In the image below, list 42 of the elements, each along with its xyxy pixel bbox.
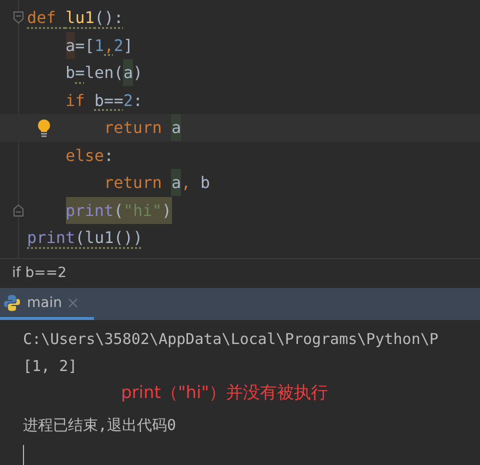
code-token: : — [104, 144, 114, 167]
code-token: if — [66, 90, 86, 112]
console-line: 进程已结束,退出代码0 — [23, 416, 176, 434]
console-line: [1, 2] — [23, 356, 78, 375]
code-token: print — [27, 227, 76, 250]
code-token: return — [104, 172, 163, 194]
code-token: a — [123, 59, 133, 86]
close-icon[interactable] — [68, 298, 78, 308]
code-token: b — [200, 172, 210, 194]
code-token: =[ — [75, 34, 94, 57]
code-token: ] — [123, 34, 133, 57]
code-token: else — [66, 144, 104, 167]
code-token: b — [66, 62, 76, 84]
code-token: , — [104, 34, 114, 57]
code-token: print — [66, 196, 114, 224]
code-token: lu1 — [66, 7, 94, 30]
code-token: def — [27, 7, 57, 30]
code-token: b== — [94, 90, 124, 112]
code-token: return — [104, 117, 163, 140]
code-token: 2 — [123, 90, 133, 112]
code-token: ( — [114, 196, 124, 224]
code-token: : — [132, 90, 143, 112]
text-cursor — [23, 444, 24, 465]
code-token: 1 — [94, 34, 104, 57]
annotation-text: print（"hi"）并没有被执行 — [121, 382, 328, 403]
python-icon — [3, 294, 21, 312]
console-line: C:\Users\35802\AppData\Local\Programs\Python\P — [23, 330, 438, 348]
code-token: a — [171, 114, 182, 142]
code-token: (lu1()) — [75, 227, 143, 250]
code-token: a — [66, 32, 76, 59]
code-token: a — [171, 169, 182, 196]
code-token: len( — [84, 62, 124, 84]
code-token: , — [181, 172, 192, 194]
code-token: ) — [132, 62, 143, 84]
code-token: = — [75, 62, 85, 84]
lightbulb-icon[interactable] — [37, 118, 51, 137]
code-token: (): — [94, 7, 124, 30]
code-token: ) — [162, 196, 172, 224]
fold-icon[interactable] — [13, 204, 24, 217]
breadcrumb[interactable]: if b==2 — [12, 265, 67, 282]
fold-icon[interactable] — [13, 11, 24, 24]
code-token: 2 — [114, 34, 124, 57]
